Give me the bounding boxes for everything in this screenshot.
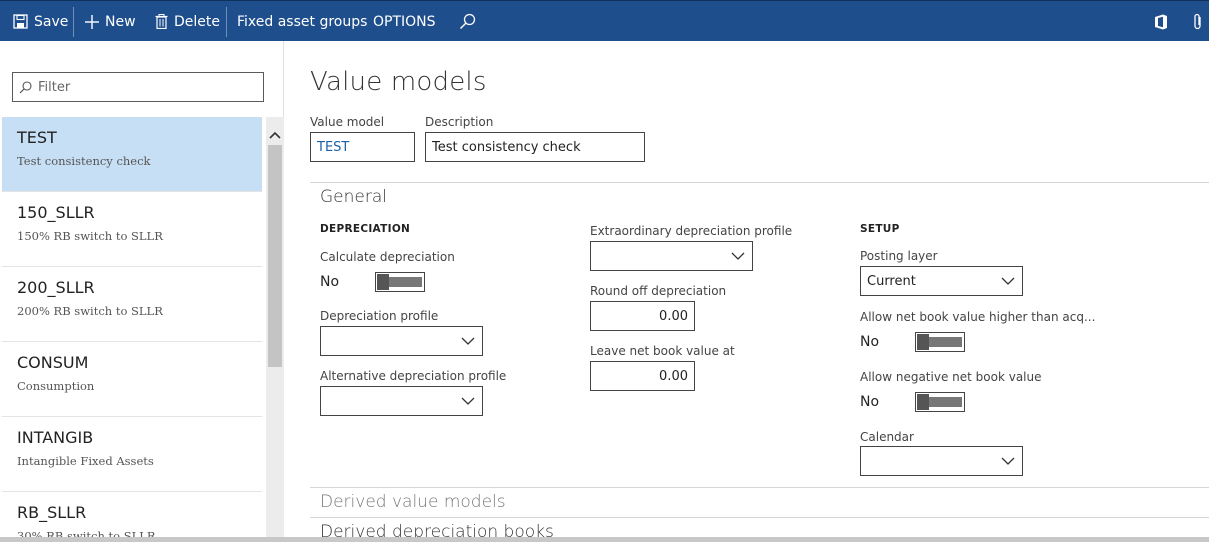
new-button[interactable]: New [84, 1, 136, 42]
section-divider [310, 182, 1209, 183]
scroll-up-button[interactable] [266, 127, 284, 141]
filter-input[interactable] [38, 79, 248, 95]
list-item[interactable]: CONSUM Consumption [2, 342, 262, 417]
depreciation-profile-dropdown[interactable] [320, 326, 483, 356]
toggle-knob [917, 394, 929, 410]
value-model-field[interactable]: TEST [310, 132, 415, 162]
toolbar-separator [73, 7, 74, 37]
save-label: Save [34, 13, 69, 30]
chevron-down-icon [1001, 277, 1015, 285]
list-item[interactable]: 200_SLLR 200% RB switch to SLLR [2, 267, 262, 342]
posting-layer-value: Current [867, 273, 916, 289]
depreciation-profile-label: Depreciation profile [320, 309, 439, 323]
options-tab[interactable]: OPTIONS [373, 1, 436, 42]
list-item-id: INTANGIB [17, 428, 94, 447]
list-item-id: 200_SLLR [17, 278, 95, 297]
description-label: Description [425, 115, 494, 129]
fixed-asset-groups-button[interactable]: Fixed asset groups [237, 1, 367, 42]
allow-nbv-higher-toggle[interactable] [915, 332, 965, 352]
details-pane: Value models Value model TEST Descriptio… [285, 41, 1209, 542]
paperclip-icon [1194, 13, 1201, 29]
delete-label: Delete [174, 13, 220, 30]
calculate-depreciation-toggle[interactable] [375, 272, 425, 292]
delete-button[interactable]: Delete [155, 1, 220, 42]
round-off-depreciation-label: Round off depreciation [590, 284, 727, 298]
chevron-down-icon [461, 337, 475, 345]
list-item-id: RB_SLLR [17, 503, 87, 522]
list-item[interactable]: INTANGIB Intangible Fixed Assets [2, 417, 262, 492]
setup-group-header: SETUP [860, 223, 900, 235]
posting-layer-dropdown[interactable]: Current [860, 266, 1023, 296]
save-button[interactable]: Save [13, 1, 68, 42]
section-divider [310, 487, 1209, 488]
office-icon [1155, 14, 1167, 29]
list-item-description: 150% RB switch to SLLR [17, 229, 163, 243]
list-item[interactable]: TEST Test consistency check [2, 117, 262, 192]
list-item-description: Intangible Fixed Assets [17, 454, 154, 468]
list-pane: TEST Test consistency check 150_SLLR 150… [0, 41, 284, 542]
chevron-down-icon [461, 397, 475, 405]
attachments-button[interactable] [1193, 1, 1203, 42]
section-divider [310, 517, 1209, 518]
calendar-label: Calendar [860, 430, 914, 444]
posting-layer-label: Posting layer [860, 249, 938, 263]
search-icon [460, 13, 476, 29]
save-icon [13, 14, 28, 29]
general-section-header[interactable]: General [320, 187, 387, 207]
allow-negative-nbv-value: No [860, 394, 880, 410]
list-item-id: TEST [17, 128, 57, 147]
list-item[interactable]: 150_SLLR 150% RB switch to SLLR [2, 192, 262, 267]
scroll-thumb[interactable] [268, 145, 282, 367]
alternative-depreciation-profile-label: Alternative depreciation profile [320, 369, 507, 383]
page-title: Value models [310, 67, 487, 97]
toggle-knob [377, 274, 389, 290]
calendar-dropdown[interactable] [860, 446, 1023, 476]
depreciation-group-header: DEPRECIATION [320, 223, 411, 235]
chevron-down-icon [1001, 457, 1015, 465]
chevron-up-icon [269, 131, 281, 139]
round-off-depreciation-field[interactable]: 0.00 [590, 301, 695, 331]
action-pane: Save New Delete Fixed asset groups OPTIO… [0, 0, 1209, 41]
toggle-track [929, 397, 962, 407]
toolbar-separator [226, 7, 227, 37]
filter-box[interactable] [12, 72, 264, 102]
list-item-description: Test consistency check [17, 154, 151, 168]
calculate-depreciation-value: No [320, 274, 340, 290]
leave-net-book-value-label: Leave net book value at [590, 344, 735, 358]
allow-nbv-higher-label: Allow net book value higher than acq... [860, 310, 1096, 324]
allow-negative-nbv-label: Allow negative net book value [860, 370, 1042, 384]
leave-net-book-value-field[interactable]: 0.00 [590, 361, 695, 391]
toggle-track [389, 277, 422, 287]
toggle-track [929, 337, 962, 347]
list-item[interactable]: RB_SLLR 30% RB switch to SLLR [2, 492, 262, 542]
list-item-description: 200% RB switch to SLLR [17, 304, 163, 318]
value-model-label: Value model [310, 115, 385, 129]
chevron-down-icon [731, 252, 745, 260]
list-item-id: CONSUM [17, 353, 89, 372]
office-button[interactable] [1154, 1, 1168, 42]
new-label: New [105, 13, 136, 30]
search-button[interactable] [459, 1, 476, 42]
trash-icon [155, 14, 168, 29]
description-field[interactable]: Test consistency check [425, 132, 645, 162]
alternative-depreciation-profile-dropdown[interactable] [320, 386, 483, 416]
toggle-knob [917, 334, 929, 350]
allow-negative-nbv-toggle[interactable] [915, 392, 965, 412]
calculate-depreciation-label: Calculate depreciation [320, 250, 455, 264]
plus-icon [85, 14, 99, 29]
value-model-list: TEST Test consistency check 150_SLLR 150… [2, 117, 262, 542]
search-icon [19, 80, 32, 93]
list-item-id: 150_SLLR [17, 203, 95, 222]
extraordinary-depreciation-profile-label: Extraordinary depreciation profile [590, 224, 793, 238]
derived-value-models-section-header[interactable]: Derived value models [320, 492, 506, 512]
list-item-description: Consumption [17, 379, 95, 393]
list-scrollbar[interactable] [266, 117, 284, 542]
horizontal-scrollbar[interactable] [0, 537, 1209, 542]
extraordinary-depreciation-profile-dropdown[interactable] [590, 241, 753, 271]
allow-nbv-higher-value: No [860, 334, 880, 350]
